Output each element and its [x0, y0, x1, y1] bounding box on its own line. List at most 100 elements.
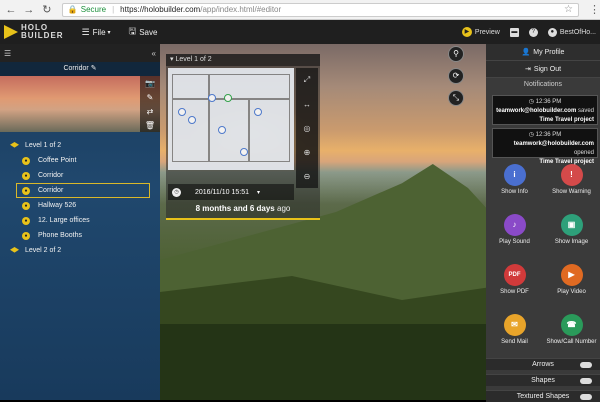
bookmark-star-icon[interactable]: ☆: [564, 4, 573, 15]
show-warning-action[interactable]: ! Show Warning: [543, 162, 600, 212]
clock-icon: ◷: [528, 99, 536, 105]
list-icon[interactable]: ☰: [4, 49, 11, 58]
scene-marker[interactable]: [188, 116, 196, 124]
section-textured-shapes[interactable]: Textured Shapes: [486, 390, 600, 402]
location-pin-icon: ●: [22, 216, 30, 225]
location-pin-icon: ●: [22, 186, 30, 195]
warning-icon: !: [560, 164, 583, 186]
section-arrows[interactable]: Arrows: [486, 358, 600, 370]
toggle-icon[interactable]: [580, 377, 592, 384]
phone-icon: ☎: [560, 314, 583, 336]
fit-width-icon[interactable]: ↔: [303, 100, 311, 109]
layers-icon: [10, 247, 19, 253]
brush-icon[interactable]: ✎: [147, 93, 154, 102]
tree-level[interactable]: Level 2 of 2: [0, 243, 160, 258]
pdf-icon: PDF: [503, 264, 526, 286]
show-pdf-action[interactable]: PDF Show PDF: [486, 262, 543, 312]
location-pin-icon: ●: [22, 201, 30, 210]
sign-out-button[interactable]: ⇥ Sign Out: [486, 61, 600, 78]
help-icon[interactable]: ?: [528, 27, 538, 37]
tree-room[interactable]: ● Coffee Point: [0, 153, 160, 168]
user-menu[interactable]: ● BestOfHo...: [547, 27, 596, 37]
app-header: HOLO BUILDER ☰ File ▾ 🖫 Save ▶ Preview ▬…: [0, 20, 600, 44]
holobuilder-logo[interactable]: HOLO BUILDER: [4, 24, 64, 40]
clock-icon: ◷: [172, 187, 181, 197]
my-profile-button[interactable]: 👤 My Profile: [486, 44, 600, 61]
expand-icon[interactable]: ⤢: [304, 75, 310, 85]
play-sound-action[interactable]: ♪ Play Sound: [486, 212, 543, 262]
fullscreen-icon[interactable]: ⤡: [448, 90, 464, 106]
collapse-sidebar-icon[interactable]: «: [152, 49, 156, 58]
scene-thumbnail: 📷 ✎ ⇄ 🗑: [0, 76, 160, 132]
preview-button[interactable]: ▶ Preview: [461, 27, 500, 37]
save-button[interactable]: 🖫 Save: [129, 24, 158, 40]
lock-icon: 🔒: [67, 5, 78, 14]
time-travel-bar[interactable]: ◷ 2016/11/10 15:51 ▾: [168, 184, 294, 200]
play-icon: ▶: [461, 27, 472, 37]
chat-icon[interactable]: ▬: [509, 27, 519, 37]
sign-out-icon: ⇥: [524, 66, 531, 73]
layers-icon: [10, 142, 19, 148]
call-number-action[interactable]: ☎ Show/Call Number: [543, 312, 600, 362]
clock-icon: ◷: [528, 132, 536, 138]
secure-label: Secure: [80, 5, 107, 14]
file-menu-button[interactable]: ☰ File ▾: [82, 27, 111, 38]
address-bar[interactable]: 🔒 Secure | https://holobuilder.com /app/…: [61, 2, 579, 17]
hamburger-icon: ☰: [81, 26, 90, 37]
browser-toolbar: ← → ↻ 🔒 Secure | https://holobuilder.com…: [0, 0, 600, 20]
swap-icon[interactable]: ⇄: [147, 107, 154, 116]
scene-title[interactable]: Corridor ✎: [0, 62, 160, 76]
play-video-action[interactable]: ▶ Play Video: [543, 262, 600, 312]
target-icon[interactable]: ◎: [304, 124, 311, 133]
time-ago: 8 months and 6 days ago: [195, 204, 291, 213]
user-avatar-icon: ●: [547, 27, 557, 37]
tree-room[interactable]: ● Corridor: [0, 168, 160, 183]
scene-marker[interactable]: [208, 94, 216, 102]
tree-room[interactable]: ● 12. Large offices: [0, 213, 160, 228]
location-pin-icon: ●: [22, 231, 30, 240]
scene-marker[interactable]: [240, 148, 248, 156]
notification-item[interactable]: ◷ 12:36 PM teamwork@holobuilder.com open…: [492, 128, 598, 165]
floorplan-map[interactable]: [168, 68, 294, 170]
zoom-icon[interactable]: ⚲: [448, 46, 464, 62]
camera-icon[interactable]: 📷: [145, 79, 155, 88]
section-shapes[interactable]: Shapes: [486, 374, 600, 386]
scene-tree: Level 1 of 2 ● Coffee Point ● Corridor ●…: [0, 132, 160, 258]
send-mail-action[interactable]: ✉ Send Mail: [486, 312, 543, 362]
toggle-icon[interactable]: [580, 361, 592, 368]
zoom-in-icon[interactable]: ⊕: [304, 148, 311, 157]
tree-level[interactable]: Level 1 of 2: [0, 138, 160, 153]
zoom-out-icon[interactable]: ⊖: [304, 172, 311, 181]
location-pin-icon: ●: [22, 156, 30, 165]
forward-icon[interactable]: →: [22, 3, 36, 17]
floppy-icon: 🖫: [128, 26, 137, 36]
floorplan-header[interactable]: ▾ Level 1 of 2: [166, 54, 320, 66]
scene-marker[interactable]: [218, 126, 226, 134]
mail-icon: ✉: [503, 314, 526, 336]
active-scene-marker[interactable]: [224, 94, 232, 102]
show-info-action[interactable]: i Show Info: [486, 162, 543, 212]
speaker-icon: ♪: [503, 214, 526, 236]
floorplan-panel: ▾ Level 1 of 2 ⤢ ↔ ◎ ⊕ ⊖ ◷ 2016/11/10 15…: [166, 54, 320, 220]
video-icon: ▶: [560, 264, 583, 286]
notification-item[interactable]: ◷ 12:36 PM teamwork@holobuilder.com save…: [492, 95, 598, 125]
tree-room[interactable]: ● Hallway 526: [0, 198, 160, 213]
scene-marker[interactable]: [178, 108, 186, 116]
chevron-down-icon: ▾: [256, 189, 260, 196]
tree-room[interactable]: ● Phone Booths: [0, 228, 160, 243]
scene-marker[interactable]: [254, 108, 262, 116]
back-icon[interactable]: ←: [4, 3, 18, 17]
toggle-icon[interactable]: [580, 393, 592, 400]
pencil-icon[interactable]: ✎: [91, 65, 97, 72]
user-icon: 👤: [521, 49, 531, 56]
reload-icon[interactable]: ↻: [40, 3, 54, 17]
show-image-action[interactable]: ▣ Show Image: [543, 212, 600, 262]
url-path: /app/index.html/#editor: [200, 5, 282, 14]
tree-room-selected[interactable]: ● Corridor: [16, 183, 150, 198]
chevron-down-icon: ▾: [107, 29, 111, 36]
browser-menu-icon[interactable]: ⋮: [589, 3, 600, 16]
rotate-icon[interactable]: ⟳: [448, 68, 464, 84]
info-icon: i: [503, 164, 526, 186]
trash-icon[interactable]: 🗑: [145, 121, 155, 130]
notifications-title: Notifications: [523, 81, 563, 88]
